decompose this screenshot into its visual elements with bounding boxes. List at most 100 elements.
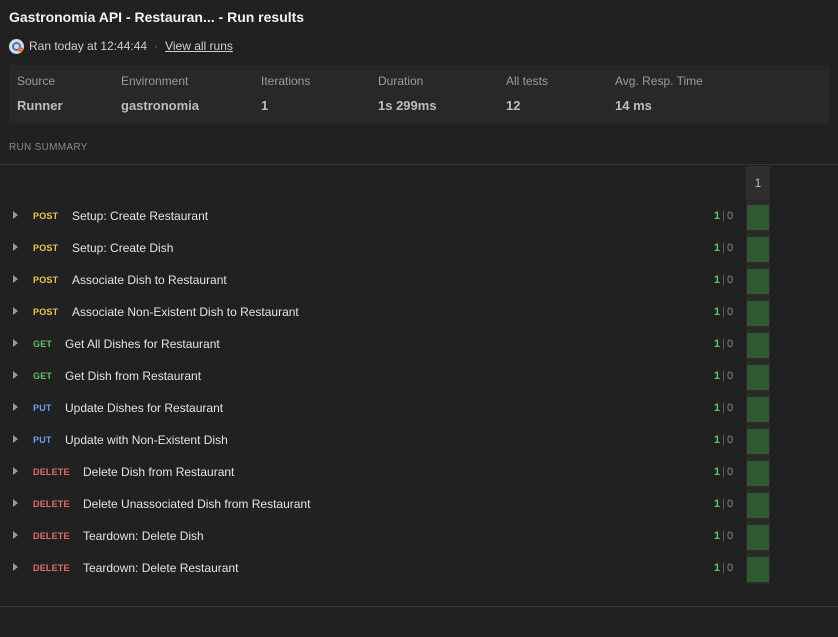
chevron-right-icon[interactable] <box>13 403 18 411</box>
stat-value: 1s 299ms <box>378 98 437 113</box>
test-counts: 1 | 0 <box>714 562 734 574</box>
failed-count: 0 <box>726 562 734 574</box>
failed-count: 0 <box>726 242 734 254</box>
request-name[interactable]: Delete Unassociated Dish from Restaurant <box>83 497 310 511</box>
request-name[interactable]: Teardown: Delete Restaurant <box>83 561 238 575</box>
request-row[interactable]: POST Setup: Create Restaurant 1 | 0 <box>0 200 838 232</box>
request-row[interactable]: DELETE Teardown: Delete Dish 1 | 0 <box>0 520 838 552</box>
stat-label: Avg. Resp. Time <box>615 74 703 88</box>
failed-count: 0 <box>726 402 734 414</box>
passed-count: 1 <box>714 274 721 286</box>
request-row[interactable]: GET Get All Dishes for Restaurant 1 | 0 <box>0 328 838 360</box>
chevron-right-icon[interactable] <box>13 371 18 379</box>
method-badge: DELETE <box>33 467 70 477</box>
request-row[interactable]: PUT Update with Non-Existent Dish 1 | 0 <box>0 424 838 456</box>
chevron-right-icon[interactable] <box>13 563 18 571</box>
request-row[interactable]: POST Associate Non-Existent Dish to Rest… <box>0 296 838 328</box>
failed-count: 0 <box>726 306 734 318</box>
passed-count: 1 <box>714 530 721 542</box>
method-badge: GET <box>33 339 53 349</box>
chevron-right-icon[interactable] <box>13 307 18 315</box>
request-name[interactable]: Delete Dish from Restaurant <box>83 465 234 479</box>
method-badge: GET <box>33 371 53 381</box>
iteration-result-cell[interactable] <box>747 461 769 486</box>
passed-count: 1 <box>714 498 721 510</box>
request-row[interactable]: DELETE Delete Unassociated Dish from Res… <box>0 488 838 520</box>
iteration-result-cell[interactable] <box>747 493 769 518</box>
chevron-right-icon[interactable] <box>13 211 18 219</box>
request-row[interactable]: DELETE Delete Dish from Restaurant 1 | 0 <box>0 456 838 488</box>
iteration-result-cell[interactable] <box>747 301 769 326</box>
chevron-right-icon[interactable] <box>13 499 18 507</box>
ran-time: Ran today at 12:44:44 <box>29 39 148 53</box>
run-stats: Source Runner Environment gastronomia It… <box>9 65 829 123</box>
divider <box>0 606 838 607</box>
test-counts: 1 | 0 <box>714 242 734 254</box>
test-counts: 1 | 0 <box>714 210 734 222</box>
chevron-right-icon[interactable] <box>13 275 18 283</box>
request-name[interactable]: Setup: Create Dish <box>72 241 173 255</box>
passed-count: 1 <box>714 562 721 574</box>
iteration-result-cell[interactable] <box>747 525 769 550</box>
request-row[interactable]: POST Setup: Create Dish 1 | 0 <box>0 232 838 264</box>
stat-label: Environment <box>121 74 189 88</box>
stat-value: 12 <box>506 98 521 113</box>
failed-count: 0 <box>726 338 734 350</box>
method-badge: POST <box>33 307 59 317</box>
method-badge: DELETE <box>33 531 70 541</box>
chevron-right-icon[interactable] <box>13 339 18 347</box>
stat-label: All tests <box>506 74 549 88</box>
failed-count: 0 <box>726 498 734 510</box>
request-row[interactable]: POST Associate Dish to Restaurant 1 | 0 <box>0 264 838 296</box>
test-counts: 1 | 0 <box>714 274 734 286</box>
iteration-result-cell[interactable] <box>747 269 769 294</box>
passed-count: 1 <box>714 210 721 222</box>
chevron-right-icon[interactable] <box>13 243 18 251</box>
test-counts: 1 | 0 <box>714 306 734 318</box>
request-name[interactable]: Get Dish from Restaurant <box>65 369 201 383</box>
request-row[interactable]: PUT Update Dishes for Restaurant 1 | 0 <box>0 392 838 424</box>
stat-value: gastronomia <box>121 98 200 113</box>
iteration-result-cell[interactable] <box>747 205 769 230</box>
iteration-result-cell[interactable] <box>747 557 769 582</box>
request-name[interactable]: Teardown: Delete Dish <box>83 529 204 543</box>
failed-count: 0 <box>726 530 734 542</box>
test-counts: 1 | 0 <box>714 338 734 350</box>
iteration-result-cell[interactable] <box>747 333 769 358</box>
chevron-right-icon[interactable] <box>13 435 18 443</box>
divider <box>0 164 838 165</box>
method-badge: PUT <box>33 403 52 413</box>
request-name[interactable]: Setup: Create Restaurant <box>72 209 208 223</box>
stat-value: 14 ms <box>615 98 652 113</box>
passed-count: 1 <box>714 306 721 318</box>
chevron-right-icon[interactable] <box>13 531 18 539</box>
chevron-right-icon[interactable] <box>13 467 18 475</box>
test-counts: 1 | 0 <box>714 402 734 414</box>
passed-count: 1 <box>714 402 721 414</box>
view-all-runs-link[interactable]: View all runs <box>165 39 233 53</box>
passed-count: 1 <box>714 434 721 446</box>
iteration-result-cell[interactable] <box>747 397 769 422</box>
request-row[interactable]: DELETE Teardown: Delete Restaurant 1 | 0 <box>0 552 838 584</box>
iteration-result-cell[interactable] <box>747 429 769 454</box>
iteration-result-cell[interactable] <box>747 365 769 390</box>
method-badge: POST <box>33 275 59 285</box>
iteration-result-cell[interactable] <box>747 237 769 262</box>
run-results-page: Gastronomia API - Restauran... - Run res… <box>0 0 838 637</box>
request-name[interactable]: Get All Dishes for Restaurant <box>65 337 220 351</box>
request-name[interactable]: Update Dishes for Restaurant <box>65 401 223 415</box>
request-name[interactable]: Associate Dish to Restaurant <box>72 273 227 287</box>
failed-count: 0 <box>726 434 734 446</box>
request-name[interactable]: Associate Non-Existent Dish to Restauran… <box>72 305 299 319</box>
stat-label: Duration <box>378 74 424 88</box>
request-name[interactable]: Update with Non-Existent Dish <box>65 433 228 447</box>
failed-count: 0 <box>726 274 734 286</box>
method-badge: POST <box>33 243 59 253</box>
page-title: Gastronomia API - Restauran... - Run res… <box>9 9 305 25</box>
test-counts: 1 | 0 <box>714 530 734 542</box>
request-row[interactable]: GET Get Dish from Restaurant 1 | 0 <box>0 360 838 392</box>
iteration-header[interactable]: 1 <box>746 166 770 199</box>
method-badge: DELETE <box>33 499 70 509</box>
passed-count: 1 <box>714 242 721 254</box>
stat-value: Runner <box>17 98 63 113</box>
